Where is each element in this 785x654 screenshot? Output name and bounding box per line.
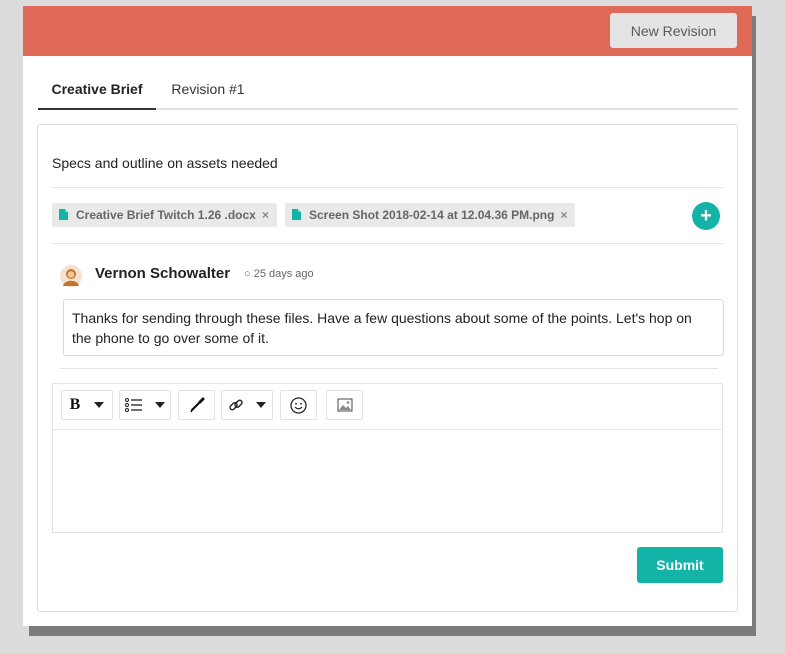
color-button[interactable] — [178, 390, 215, 420]
editor-toolbar: B — [53, 384, 722, 430]
attachment-name: Creative Brief Twitch 1.26 .docx — [76, 208, 256, 222]
list-icon — [125, 398, 142, 412]
divider — [60, 368, 718, 369]
chevron-down-icon — [155, 402, 165, 408]
attachment-chip[interactable]: Creative Brief Twitch 1.26 .docx × — [52, 203, 277, 227]
divider — [52, 187, 723, 188]
editor-text-area[interactable] — [53, 430, 722, 532]
remove-attachment-icon[interactable]: × — [262, 208, 269, 222]
image-icon — [337, 398, 352, 412]
revision-card: New Revision Creative Brief Revision #1 … — [23, 6, 752, 626]
emoji-icon — [290, 396, 307, 414]
comment-time-text: 25 days ago — [253, 268, 314, 280]
tab-revision-1[interactable]: Revision #1 — [162, 70, 254, 108]
comment-author: Vernon Schowalter — [95, 265, 231, 282]
submit-button[interactable]: Submit — [637, 547, 723, 583]
bold-button[interactable]: B — [61, 390, 113, 420]
brush-icon — [189, 397, 204, 413]
emoji-button[interactable] — [280, 390, 317, 420]
divider — [52, 243, 723, 244]
file-icon — [292, 209, 301, 220]
new-revision-button[interactable]: New Revision — [610, 13, 737, 48]
chevron-down-icon — [256, 402, 266, 408]
comment-editor: B — [52, 383, 723, 533]
header-bar: New Revision — [23, 6, 752, 56]
brief-description: Specs and outline on assets needed — [52, 155, 278, 171]
file-icon — [59, 209, 68, 220]
avatar — [60, 265, 82, 287]
link-button[interactable] — [221, 390, 273, 420]
tab-bar: Creative Brief Revision #1 — [38, 70, 738, 110]
attachment-name: Screen Shot 2018-02-14 at 12.04.36 PM.pn… — [309, 208, 555, 222]
image-button[interactable] — [326, 390, 363, 420]
comment-time: ○ 25 days ago — [244, 268, 314, 280]
chevron-down-icon — [94, 402, 105, 408]
remove-attachment-icon[interactable]: × — [560, 208, 567, 222]
add-attachment-button[interactable]: + — [692, 202, 720, 230]
clock-icon: ○ — [244, 268, 251, 280]
list-button[interactable] — [119, 390, 171, 420]
tab-creative-brief[interactable]: Creative Brief — [38, 70, 156, 110]
attachment-chip[interactable]: Screen Shot 2018-02-14 at 12.04.36 PM.pn… — [285, 203, 576, 227]
brief-panel: Specs and outline on assets needed Creat… — [37, 124, 738, 612]
comment-body: Thanks for sending through these files. … — [63, 299, 724, 356]
bold-icon: B — [69, 396, 81, 413]
link-icon — [229, 399, 243, 411]
